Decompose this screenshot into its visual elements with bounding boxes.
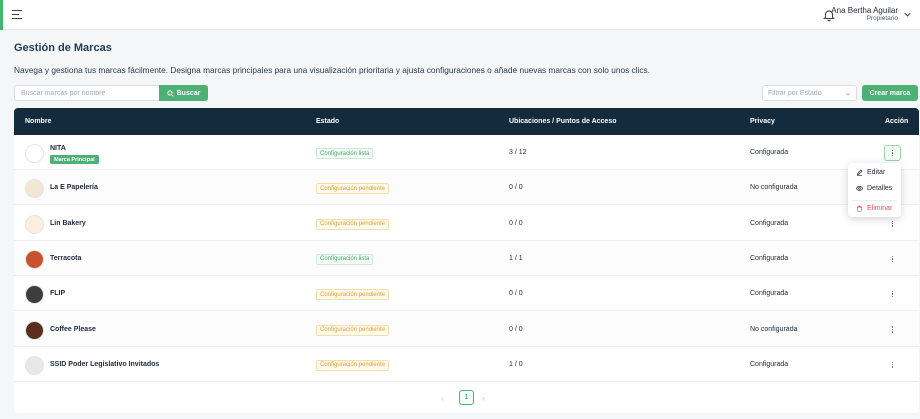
brand-name: Lin Bakery	[50, 219, 86, 227]
privacy-value: Configurada	[750, 254, 789, 262]
locations-value: 0 / 0	[509, 184, 523, 192]
locations-value: 1 / 0	[509, 360, 523, 368]
brand-name: FLIP	[50, 290, 66, 298]
row-actions-button[interactable]	[884, 286, 901, 302]
table-row: Lin Bakery Configuración pendiente 0 / 0 Co…	[14, 206, 919, 241]
status-badge: Configuración lista	[316, 148, 374, 159]
brand-name: Terracota	[50, 254, 82, 262]
next-page-button[interactable]: ›	[482, 393, 485, 403]
chevron-down-icon	[845, 92, 851, 96]
privacy-value: Configurada	[750, 360, 789, 368]
more-vertical-icon	[891, 291, 894, 298]
brand-logo	[25, 355, 44, 375]
locations-value: 0 / 0	[509, 290, 523, 298]
brand-name: NITA	[50, 145, 66, 152]
header-action: Acción	[885, 118, 909, 125]
filter-placeholder: Filtrar por Estado	[768, 90, 822, 97]
search-button[interactable]: Buscar	[159, 85, 208, 101]
row-action-menu: Editar Detalles Eliminar	[848, 163, 901, 217]
locations-value: 1 / 1	[509, 254, 523, 262]
row-actions-button[interactable]	[884, 357, 901, 373]
table-row: FLIP Configuración pendiente 0 / 0 Configur…	[14, 276, 919, 312]
top-bar: Ana Bertha Aguilar Propietario	[0, 0, 920, 30]
brand-logo	[25, 179, 44, 199]
brand-logo	[25, 285, 44, 305]
pagination: ‹ 1 ›	[14, 390, 919, 408]
chevron-down-icon[interactable]	[903, 10, 912, 19]
status-badge: Configuración pendiente	[316, 324, 390, 336]
more-vertical-icon	[891, 326, 894, 333]
privacy-value: Configurada	[750, 149, 789, 156]
menu-divider	[852, 200, 897, 201]
create-brand-button[interactable]: Crear marca	[862, 85, 918, 101]
brand-logo	[25, 214, 44, 234]
search-icon	[166, 89, 174, 97]
brand-logo	[25, 249, 44, 269]
header-name: Nombre	[25, 118, 52, 125]
page-title: Gestión de Marcas	[14, 42, 112, 54]
row-actions-button[interactable]	[884, 251, 901, 267]
table-row: SSID Poder Legislativo Invitados Configur…	[14, 347, 919, 382]
details-label: Detalles	[867, 185, 893, 192]
status-badge: Configuración lista	[316, 253, 374, 265]
trash-icon	[857, 205, 862, 212]
more-vertical-icon	[891, 220, 894, 227]
edit-label: Editar	[867, 169, 886, 176]
search-input[interactable]	[14, 85, 159, 101]
page-description: Navega y gestiona tus marcas fácilmente.…	[14, 65, 650, 75]
brand-logo	[25, 144, 44, 163]
locations-value: 3 / 12	[509, 149, 527, 156]
table-row: Terracota Configuración lista 1 / 1 Configu…	[14, 240, 919, 276]
more-vertical-icon	[891, 255, 894, 262]
principal-badge: Marca Principal	[50, 155, 99, 164]
table-row: NITA Marca Principal Configuración lista 3 …	[14, 135, 919, 170]
table-row: La E Papelería Configuración pendiente 0 /…	[14, 170, 919, 206]
row-actions-button[interactable]	[884, 216, 901, 232]
locations-value: 0 / 0	[509, 219, 523, 227]
search-button-label: Buscar	[176, 89, 201, 97]
more-vertical-icon	[891, 361, 894, 368]
user-role: Propietario	[866, 15, 898, 22]
details-menu-item[interactable]: Detalles	[848, 182, 901, 195]
brand-name: La E Papelería	[50, 184, 98, 192]
status-filter-select[interactable]: Filtrar por Estado	[762, 85, 857, 101]
brand-name: Coffee Please	[50, 325, 96, 333]
privacy-value: No configurada	[750, 184, 798, 192]
header-locations: Ubicaciones / Puntos de Acceso	[509, 118, 617, 125]
edit-menu-item[interactable]: Editar	[848, 166, 901, 179]
menu-icon[interactable]	[12, 10, 22, 19]
brand-name: SSID Poder Legislativo Invitados	[50, 360, 160, 368]
privacy-value: Configurada	[750, 219, 789, 227]
status-badge: Configuración pendiente	[316, 359, 390, 371]
header-privacy: Privacy	[750, 118, 775, 125]
table-row: Coffee Please Configuración pendiente 0 / …	[14, 311, 919, 347]
privacy-value: No configurada	[750, 325, 798, 333]
user-name: Ana Bertha Aguilar	[831, 6, 898, 15]
status-badge: Configuración pendiente	[316, 218, 390, 230]
row-actions-button[interactable]	[884, 145, 901, 161]
table-header: Nombre Estado Ubicaciones / Puntos de Ac…	[14, 108, 919, 135]
delete-menu-item[interactable]: Eliminar	[848, 202, 901, 215]
more-vertical-icon	[891, 149, 894, 157]
locations-value: 0 / 0	[509, 325, 523, 333]
prev-page-button[interactable]: ‹	[441, 393, 444, 403]
pencil-icon	[856, 169, 863, 176]
delete-label: Eliminar	[867, 205, 893, 212]
accent-bar	[0, 0, 3, 30]
brands-table: Nombre Estado Ubicaciones / Puntos de Ac…	[14, 108, 919, 413]
status-badge: Configuración pendiente	[316, 289, 390, 301]
header-status: Estado	[316, 118, 340, 125]
status-badge: Configuración pendiente	[316, 183, 390, 195]
page-button-1[interactable]: 1	[459, 390, 474, 405]
privacy-value: Configurada	[750, 290, 789, 298]
row-actions-button[interactable]	[884, 322, 901, 338]
brand-logo	[25, 320, 44, 340]
eye-icon	[856, 185, 863, 192]
